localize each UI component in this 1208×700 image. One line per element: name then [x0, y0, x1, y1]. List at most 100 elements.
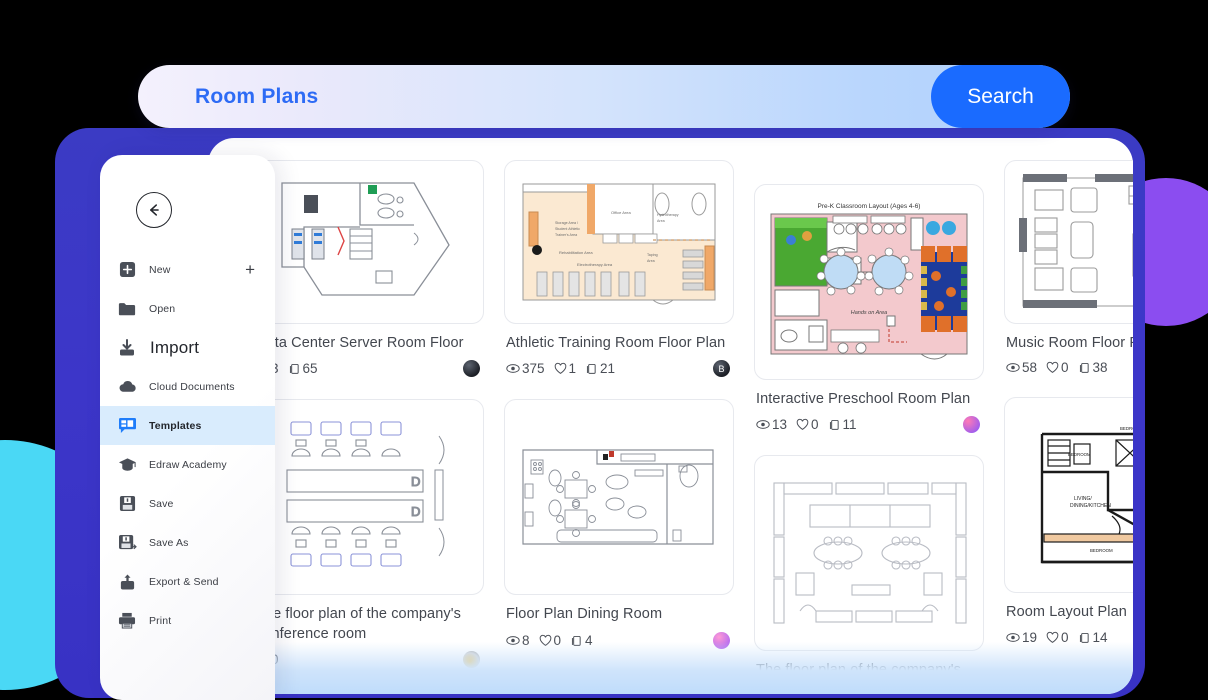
upload-box-icon — [116, 571, 138, 593]
eye-icon — [506, 364, 520, 374]
eye-icon — [1006, 363, 1020, 373]
copy-count: 4 — [585, 632, 593, 648]
svg-text:Rehabilitation Area: Rehabilitation Area — [559, 250, 593, 255]
sidebar-item-print[interactable]: Print — [100, 601, 275, 640]
template-card[interactable]: Storage Area / Student Athletic Trainer'… — [504, 160, 734, 386]
svg-text:BEDROOM: BEDROOM — [1090, 548, 1113, 553]
card-thumbnail[interactable] — [504, 670, 734, 694]
svg-text:Storage Area /: Storage Area / — [555, 221, 578, 225]
avatar[interactable]: B — [713, 360, 730, 378]
sidebar-item-save-as[interactable]: Save As — [100, 523, 275, 562]
sidebar-item-label: Open — [149, 302, 176, 315]
result-column-2: Storage Area / Student Athletic Trainer'… — [504, 160, 734, 694]
heart-icon — [796, 419, 809, 431]
card-thumbnail[interactable] — [254, 160, 484, 324]
results-scroll-area[interactable]: Data Center Server Room Floor 3 65 — [208, 138, 1133, 694]
floppy-disk-arrow-icon — [116, 532, 138, 554]
card-thumbnail[interactable]: MUSIC ROOM 14'-0"x 23'-0" — [1004, 160, 1133, 324]
sidebar-item-import[interactable]: Import — [100, 328, 275, 367]
search-input[interactable]: Room Plans — [138, 85, 931, 109]
printer-icon — [116, 610, 138, 632]
avatar[interactable] — [463, 360, 480, 378]
card-thumbnail[interactable]: BEDROOM BEDROOM BATHROOM LIVING/ DINING/… — [1004, 397, 1133, 594]
result-column-1: Data Center Server Room Floor 3 65 — [254, 160, 484, 694]
copy-stat: 38 — [1078, 360, 1108, 375]
card-title: Room Layout Plan — [1006, 604, 1127, 621]
thumb-caption: Pre-K Classroom Layout (Ages 4-6) — [818, 203, 921, 210]
template-card-grid: Data Center Server Room Floor 3 65 — [208, 138, 1133, 694]
template-card[interactable]: Pre-K Classroom Layout (Ages 4-6) Hands … — [754, 184, 984, 442]
heart-icon — [1046, 631, 1059, 643]
svg-text:D: D — [411, 474, 420, 489]
like-count: 0 — [1061, 629, 1069, 645]
avatar[interactable] — [463, 651, 480, 669]
add-new-icon[interactable]: + — [245, 261, 255, 278]
copy-icon — [829, 420, 839, 431]
heart-icon — [1046, 362, 1059, 374]
folder-icon — [116, 298, 138, 320]
card-stats: 19 0 14 — [1006, 630, 1133, 645]
card-thumbnail[interactable] — [754, 455, 984, 652]
template-card[interactable]: BEDROOM BEDROOM BATHROOM LIVING/ DINING/… — [1004, 397, 1133, 653]
view-stat: 58 — [1006, 360, 1037, 375]
search-button[interactable]: Search — [931, 65, 1070, 128]
like-stat: 0 — [796, 417, 819, 432]
sidebar-item-export-send[interactable]: Export & Send — [100, 562, 275, 601]
template-card[interactable]: D D The floor plan of the company's conf… — [254, 399, 484, 677]
card-title: Data Center Server Room Floor — [256, 335, 464, 351]
view-count: 13 — [772, 417, 788, 433]
avatar[interactable] — [713, 631, 730, 649]
view-count: 8 — [522, 632, 530, 648]
copy-stat: 11 — [828, 417, 857, 432]
like-stat: 1 — [554, 361, 576, 376]
sidebar-item-label: New — [149, 263, 171, 276]
like-stat: 0 — [1046, 630, 1069, 645]
template-card[interactable]: Floor Plan Dining Room 8 0 4 — [504, 399, 734, 657]
copy-icon — [1079, 363, 1089, 374]
plus-square-icon — [116, 259, 138, 281]
sidebar-item-label: Import — [150, 337, 200, 357]
copy-icon — [289, 364, 299, 375]
view-count: 375 — [522, 361, 545, 377]
copy-count: 14 — [1092, 629, 1108, 645]
svg-text:Office Area: Office Area — [611, 210, 631, 215]
template-card[interactable]: The floor plan of the company's conferen… — [754, 455, 984, 694]
copy-icon — [571, 635, 581, 646]
cloud-icon — [116, 376, 138, 398]
back-button[interactable] — [136, 192, 172, 228]
card-thumbnail[interactable]: D D — [254, 399, 484, 596]
card-thumbnail[interactable] — [504, 399, 734, 596]
sidebar-item-label: Print — [149, 614, 172, 627]
card-thumbnail[interactable]: Pre-K Classroom Layout (Ages 4-6) Hands … — [754, 184, 984, 380]
copy-count: 11 — [842, 417, 857, 433]
card-thumbnail[interactable]: Storage Area / Student Athletic Trainer'… — [504, 160, 734, 324]
sidebar-item-cloud-documents[interactable]: Cloud Documents — [100, 367, 275, 406]
svg-text:Taping: Taping — [647, 253, 658, 257]
template-card[interactable]: Data Center Server Room Floor 3 65 — [254, 160, 484, 386]
view-count: 58 — [1022, 360, 1038, 376]
sidebar-item-save[interactable]: Save — [100, 484, 275, 523]
svg-text:LIVING/: LIVING/ — [1074, 496, 1092, 502]
template-card-partial[interactable] — [504, 670, 734, 694]
sidebar-item-edraw-academy[interactable]: Edraw Academy — [100, 445, 275, 484]
svg-text:D: D — [411, 504, 420, 519]
sidebar-item-label: Export & Send — [149, 575, 219, 588]
sidebar-item-new[interactable]: New + — [100, 250, 275, 289]
sidebar-item-label: Cloud Documents — [149, 380, 235, 393]
template-card[interactable]: MUSIC ROOM 14'-0"x 23'-0" Music Room Flo… — [1004, 160, 1133, 384]
floppy-disk-icon — [116, 493, 138, 515]
result-column-3: Pre-K Classroom Layout (Ages 4-6) Hands … — [754, 160, 984, 694]
copy-count: 21 — [600, 361, 616, 377]
card-title: The floor plan of the company's conferen… — [756, 662, 961, 694]
avatar[interactable] — [963, 416, 980, 434]
sidebar-item-open[interactable]: Open — [100, 289, 275, 328]
svg-text:BEDROOM: BEDROOM — [1120, 426, 1133, 431]
svg-text:Hydrotherapy: Hydrotherapy — [657, 213, 679, 217]
sidebar-item-templates[interactable]: Templates — [100, 406, 275, 445]
sidebar-menu: New + Open Import Cloud Documents Templa… — [100, 250, 275, 640]
card-title: Music Room Floor Plan — [1006, 335, 1133, 351]
app-screenshot: Data Center Server Room Floor 3 65 — [0, 0, 1208, 700]
search-bar[interactable]: Room Plans Search — [138, 65, 1070, 128]
svg-text:Area: Area — [647, 259, 655, 263]
copy-count: 38 — [1092, 360, 1108, 376]
